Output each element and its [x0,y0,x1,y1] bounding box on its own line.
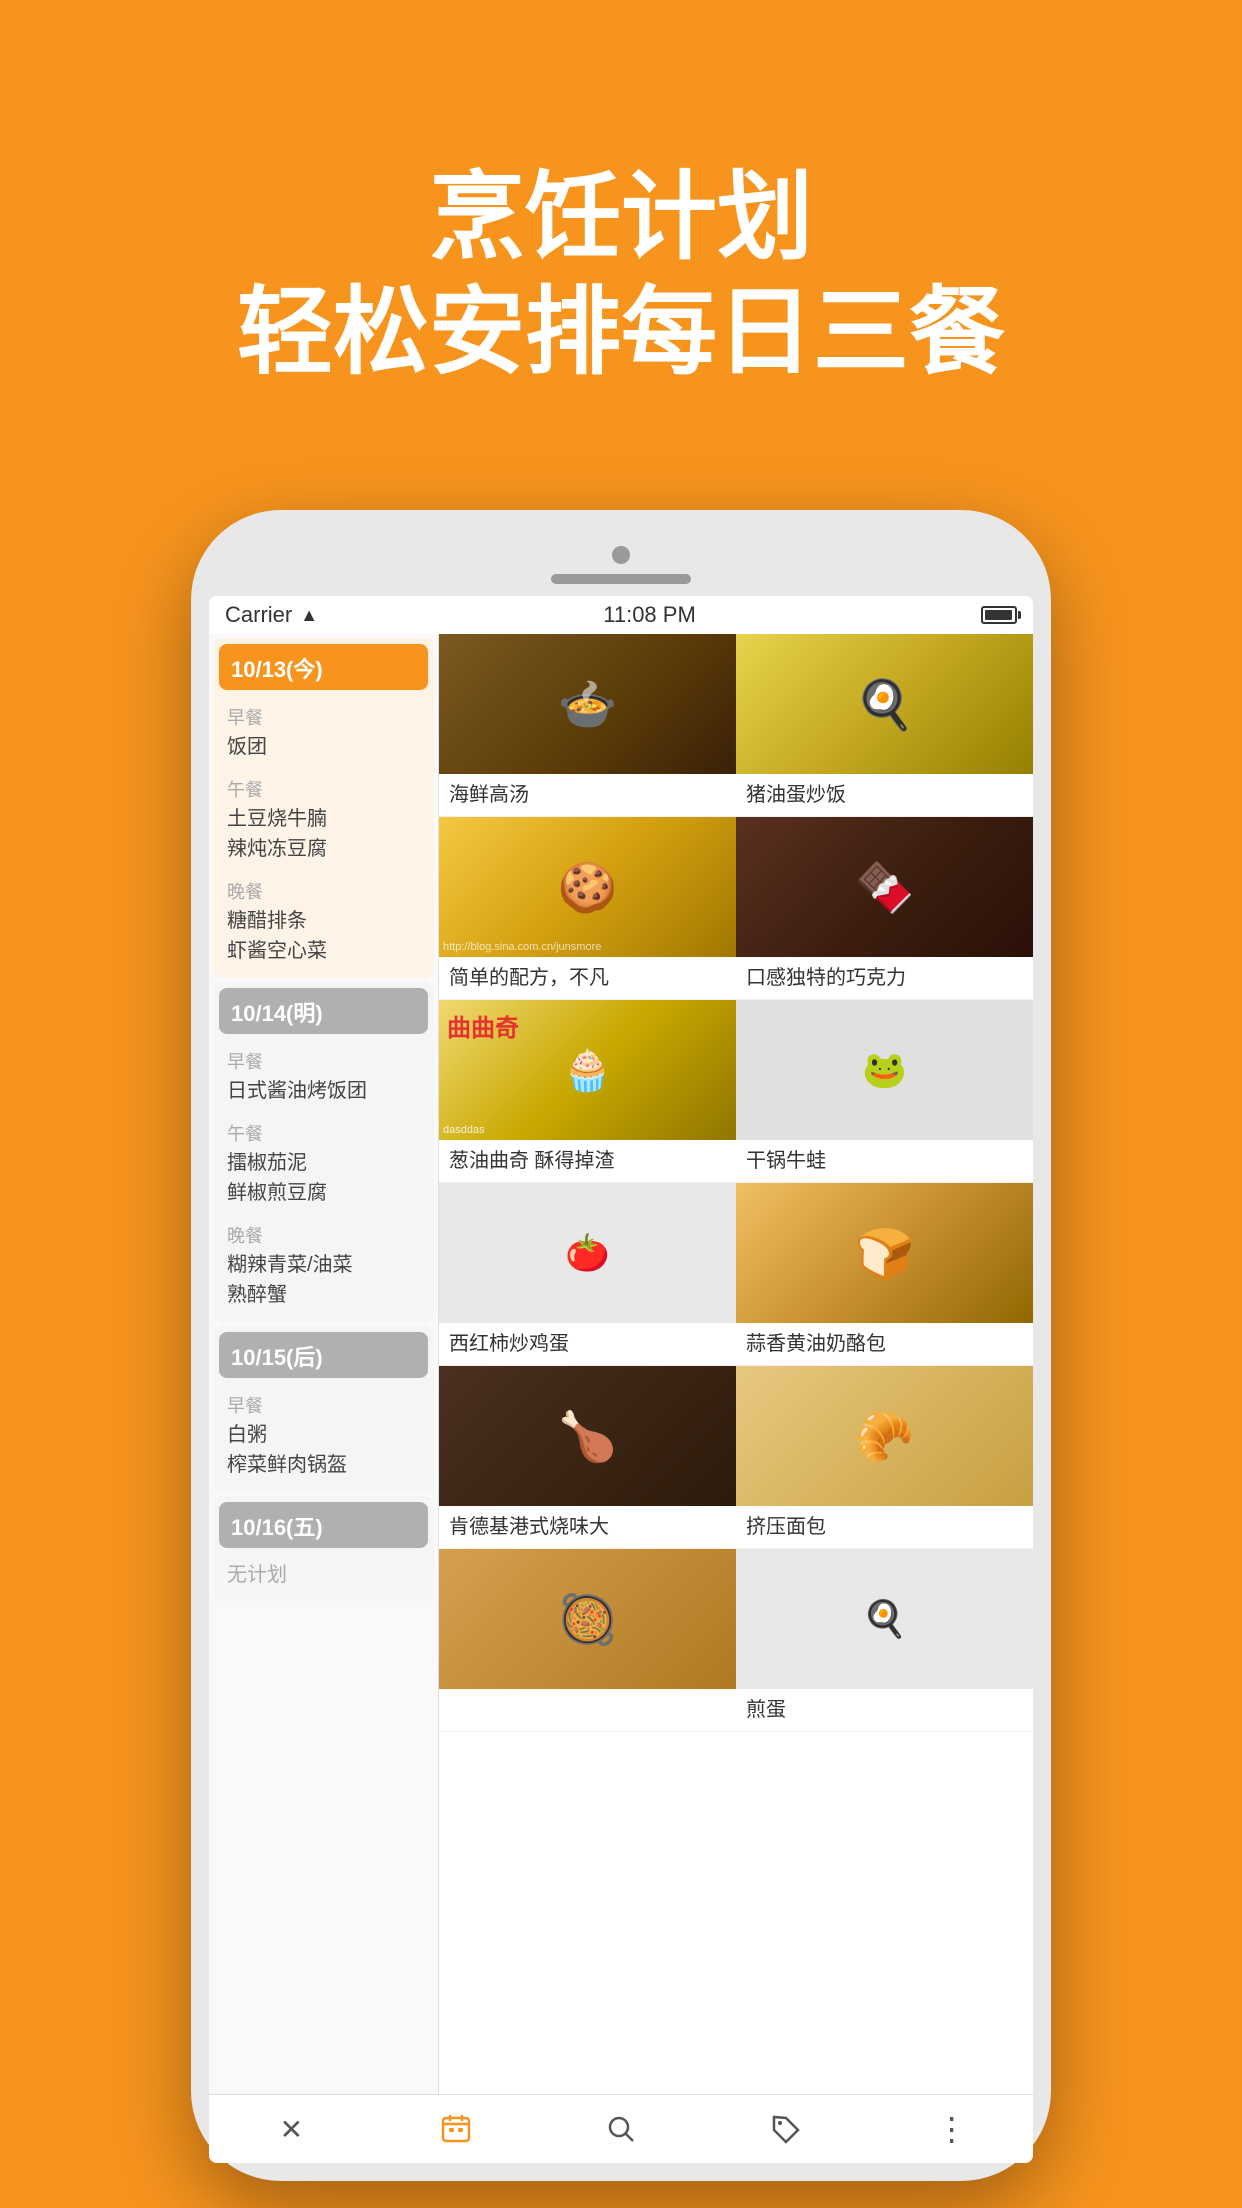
recipe-name-5: 葱油曲奇 酥得掉渣 [439,1140,736,1182]
recipe-thumb-choc: 🍫 [736,817,1033,957]
sidebar[interactable]: 10/13(今) 早餐 饭团 午餐 土豆烧牛腩 辣炖冻豆腐 晚餐 糖醋排条 虾酱… [209,634,439,2094]
recipe-item-12[interactable]: 🍳 煎蛋 [736,1549,1033,1732]
recipe-thumb-cookies-y: 🍪 http://blog.sina.com.cn/junsmore [439,817,736,957]
day-header-day3[interactable]: 10/15(后) [219,1332,428,1378]
header-line1: 烹饪计划 [237,160,1005,275]
meal-tomorrow-lunch: 午餐 擂椒茄泥 鲜椒煎豆腐 [213,1110,434,1212]
battery-fill [985,610,1012,620]
app-header: 烹饪计划 轻松安排每日三餐 [237,80,1005,450]
recipe-thumb-frog: 🐸 [736,1000,1033,1140]
day-block-day3[interactable]: 10/15(后) 早餐 白粥 榨菜鲜肉锅盔 [213,1326,434,1492]
recipe-thumb-eggrice: 🍳 [736,634,1033,774]
recipe-thumb-egg: 🍳 [736,1549,1033,1689]
nav-search-button[interactable] [591,2109,651,2149]
recipe-name-12: 煎蛋 [736,1689,1033,1731]
recipe-thumb-seafood: 🍲 [439,634,736,774]
nav-calendar-button[interactable] [426,2109,486,2149]
nav-tag-button[interactable] [756,2109,816,2149]
meal-tomorrow-breakfast: 早餐 日式酱油烤饭团 [213,1038,434,1110]
recipe-name-2: 猪油蛋炒饭 [736,774,1033,816]
carrier-label: Carrier [225,602,292,628]
recipe-thumb-tomato: 🍅 [439,1183,736,1323]
bottom-nav: ✕ [209,2094,1033,2163]
day-block-day4[interactable]: 10/16(五) 无计划 [213,1496,434,1601]
phone-frame: Carrier ▲ 11:08 PM 10/13(今) 早餐 饭团 [191,510,1051,2181]
phone-top [209,528,1033,596]
recipe-grid: 🍲 海鲜高汤 🍳 猪油蛋炒饭 [439,634,1033,1732]
day-header-today[interactable]: 10/13(今) [219,644,428,690]
recipe-thumb-bowl: 🥘 [439,1549,736,1689]
day-block-tomorrow[interactable]: 10/14(明) 早餐 日式酱油烤饭团 午餐 擂椒茄泥 鲜椒煎豆腐 晚餐 糊辣青… [213,982,434,1322]
recipe-name-7: 西红柿炒鸡蛋 [439,1323,736,1365]
recipe-name-10: 挤压面包 [736,1506,1033,1548]
battery-icon [981,606,1017,624]
phone-camera [612,546,630,564]
recipe-item-10[interactable]: 🥐 挤压面包 [736,1366,1033,1549]
recipe-thumb-scallion: 曲曲奇 🧁 dasddas [439,1000,736,1140]
day-header-day4[interactable]: 10/16(五) [219,1502,428,1548]
meal-today-dinner: 晚餐 糖醋排条 虾酱空心菜 [213,868,434,970]
recipe-thumb-bread: 🥐 [736,1366,1033,1506]
wifi-icon: ▲ [300,605,318,626]
recipe-name-9: 肯德基港式烧味大 [439,1506,736,1548]
nav-close-button[interactable]: ✕ [261,2109,321,2149]
recipe-name-1: 海鲜高汤 [439,774,736,816]
recipe-list[interactable]: 🍲 海鲜高汤 🍳 猪油蛋炒饭 [439,634,1033,2094]
overlay-text: 曲曲奇 [447,1008,519,1043]
time-label: 11:08 PM [603,602,696,628]
meal-today-breakfast: 早餐 饭团 [213,694,434,766]
phone-screen: Carrier ▲ 11:08 PM 10/13(今) 早餐 饭团 [209,596,1033,2163]
app-content: 10/13(今) 早餐 饭团 午餐 土豆烧牛腩 辣炖冻豆腐 晚餐 糖醋排条 虾酱… [209,634,1033,2094]
recipe-name-6: 干锅牛蛙 [736,1140,1033,1182]
recipe-item-9[interactable]: 🍗 肯德基港式烧味大 [439,1366,736,1549]
recipe-name-11 [439,1689,736,1705]
meal-tomorrow-dinner: 晚餐 糊辣青菜/油菜 熟醉蟹 [213,1212,434,1314]
recipe-thumb-bread-oven: 🍞 [736,1183,1033,1323]
recipe-item-4[interactable]: 🍫 口感独特的巧克力 [736,817,1033,1000]
day-block-today[interactable]: 10/13(今) 早餐 饭团 午餐 土豆烧牛腩 辣炖冻豆腐 晚餐 糖醋排条 虾酱… [213,638,434,978]
recipe-name-8: 蒜香黄油奶酪包 [736,1323,1033,1365]
recipe-item-7[interactable]: 🍅 西红柿炒鸡蛋 [439,1183,736,1366]
recipe-item-5[interactable]: 曲曲奇 🧁 dasddas 葱油曲奇 酥得掉渣 [439,1000,736,1183]
recipe-item-6[interactable]: 🐸 干锅牛蛙 [736,1000,1033,1183]
header-line2: 轻松安排每日三餐 [237,275,1005,390]
status-bar: Carrier ▲ 11:08 PM [209,596,1033,634]
recipe-item-11[interactable]: 🥘 [439,1549,736,1732]
recipe-item-1[interactable]: 🍲 海鲜高汤 [439,634,736,817]
day-header-tomorrow[interactable]: 10/14(明) [219,988,428,1034]
recipe-name-3: 简单的配方，不凡 [439,957,736,999]
nav-more-button[interactable]: ⋮ [921,2109,981,2149]
phone-speaker [551,574,691,584]
meal-day3-breakfast: 早餐 白粥 榨菜鲜肉锅盔 [213,1382,434,1484]
meal-today-lunch: 午餐 土豆烧牛腩 辣炖冻豆腐 [213,766,434,868]
recipe-name-4: 口感独特的巧克力 [736,957,1033,999]
status-left: Carrier ▲ [225,602,318,628]
recipe-item-2[interactable]: 🍳 猪油蛋炒饭 [736,634,1033,817]
recipe-item-8[interactable]: 🍞 蒜香黄油奶酪包 [736,1183,1033,1366]
recipe-thumb-kfc: 🍗 [439,1366,736,1506]
day4-no-plan: 无计划 [213,1552,434,1593]
recipe-item-3[interactable]: 🍪 http://blog.sina.com.cn/junsmore 简单的配方… [439,817,736,1000]
